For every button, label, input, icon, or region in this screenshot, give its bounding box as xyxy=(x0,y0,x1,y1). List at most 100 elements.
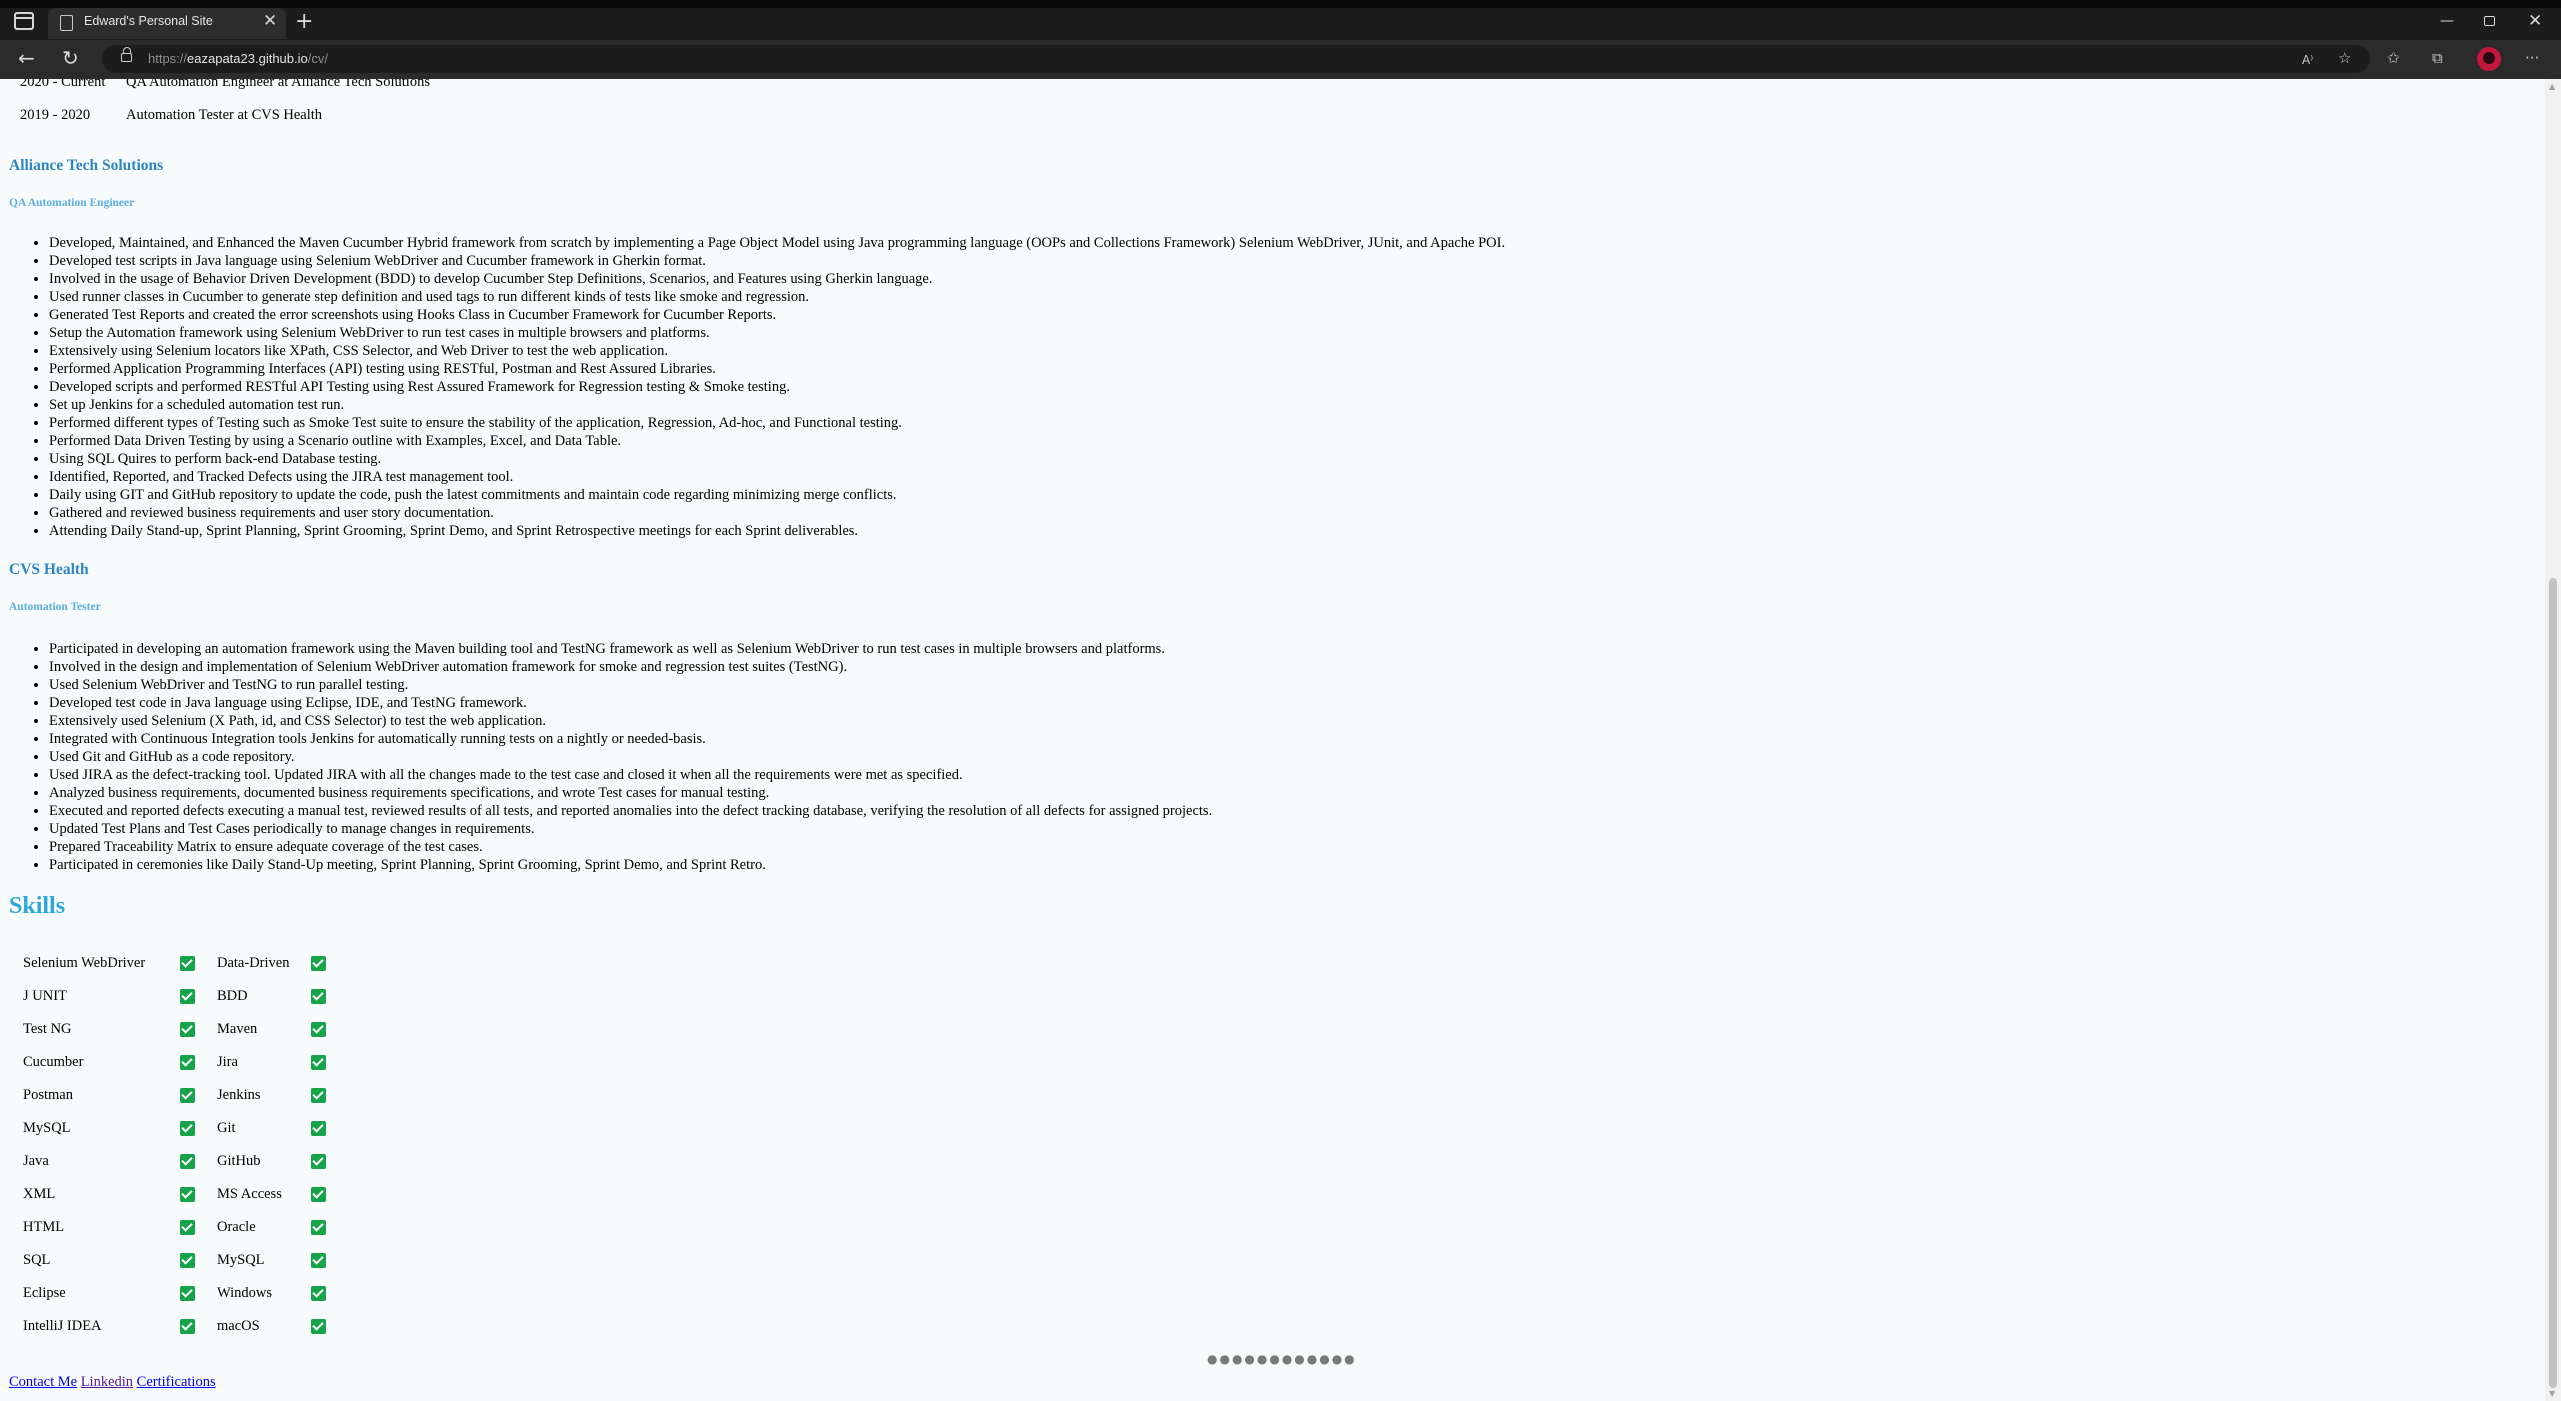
skill-name: MySQL xyxy=(23,1120,71,1136)
skill-check-cell xyxy=(302,1013,335,1046)
favorites-icon[interactable]: ✩ xyxy=(2387,48,2400,68)
carousel-dots[interactable]: ●●●●●●●●●●●● xyxy=(1207,1352,1357,1366)
skill-name: SQL xyxy=(23,1252,51,1268)
skill-name: HTML xyxy=(23,1219,65,1235)
linkedin-link[interactable]: Linkedin xyxy=(81,1374,133,1390)
checkmark-icon xyxy=(180,1319,195,1335)
duty-item: Extensively used Selenium (X Path, id, a… xyxy=(49,712,1212,730)
checkmark-icon xyxy=(180,1022,195,1038)
duty-item: Gathered and reviewed business requireme… xyxy=(49,504,1505,522)
skill-name: J UNIT xyxy=(23,988,67,1004)
skill-name: Jira xyxy=(217,1054,238,1070)
duty-item: Used Selenium WebDriver and TestNG to ru… xyxy=(49,676,1212,694)
duty-item: Extensively using Selenium locators like… xyxy=(49,342,1505,360)
skill-name: Data-Driven xyxy=(217,955,290,971)
duty-item: Identified, Reported, and Tracked Defect… xyxy=(49,468,1505,486)
duty-item: Setup the Automation framework using Sel… xyxy=(49,324,1505,342)
skill-check-cell xyxy=(302,947,335,980)
window-close-button[interactable]: ✕ xyxy=(2528,11,2542,31)
back-arrow-icon[interactable]: ← xyxy=(18,45,35,71)
skill-check-cell xyxy=(171,1310,204,1343)
skill-check-cell xyxy=(171,1277,204,1310)
page-viewport: 2020 - Current QA Automation Engineer at … xyxy=(0,79,2545,1401)
duty-item: Performed Data Driven Testing by using a… xyxy=(49,432,1505,450)
duty-item: Used Git and GitHub as a code repository… xyxy=(49,748,1212,766)
skill-name: macOS xyxy=(217,1318,260,1334)
duty-item: Performed Application Programming Interf… xyxy=(49,360,1505,378)
checkmark-icon xyxy=(180,989,195,1005)
menu-dots-icon[interactable]: ··· xyxy=(2525,48,2539,68)
checkmark-icon xyxy=(311,1154,326,1170)
skill-name: Jenkins xyxy=(217,1087,261,1103)
company-heading: CVS Health xyxy=(9,561,89,578)
favorite-star-icon[interactable]: ☆ xyxy=(2338,48,2351,68)
duty-item: Involved in the usage of Behavior Driven… xyxy=(49,270,1505,288)
checkmark-icon xyxy=(311,1220,326,1236)
duty-item: Developed test scripts in Java language … xyxy=(49,252,1505,270)
skill-check-cell xyxy=(171,1046,204,1079)
tab-bar xyxy=(0,8,2561,40)
history-years: 2020 - Current xyxy=(20,79,106,90)
skill-check-cell xyxy=(302,1046,335,1079)
url-text[interactable]: https://eazapata23.github.io/cv/ xyxy=(148,51,328,66)
duty-item: Generated Test Reports and created the e… xyxy=(49,306,1505,324)
skill-check-cell xyxy=(171,1178,204,1211)
scroll-down-icon[interactable]: ▼ xyxy=(2549,1389,2555,1398)
history-title: Automation Tester at CVS Health xyxy=(126,107,323,123)
company-heading: Alliance Tech Solutions xyxy=(9,157,164,174)
skills-row: HTML Oracle xyxy=(10,1211,335,1244)
skill-check-cell xyxy=(171,1112,204,1145)
skill-name: BDD xyxy=(217,988,248,1004)
certifications-link[interactable]: Certifications xyxy=(137,1374,216,1390)
checkmark-icon xyxy=(180,1154,195,1170)
skill-name: Eclipse xyxy=(23,1285,66,1301)
read-aloud-icon[interactable]: A⁾ xyxy=(2302,50,2313,70)
checkmark-icon xyxy=(311,1055,326,1071)
duty-item: Participated in developing an automation… xyxy=(49,640,1212,658)
reload-icon[interactable]: ↻ xyxy=(62,45,79,71)
new-tab-button[interactable]: + xyxy=(295,9,313,35)
duty-item: Used JIRA as the defect-tracking tool. U… xyxy=(49,766,1212,784)
duty-item: Developed scripts and performed RESTful … xyxy=(49,378,1505,396)
scroll-up-icon[interactable]: ▲ xyxy=(2549,82,2555,91)
checkmark-icon xyxy=(180,1088,195,1104)
duty-item: Updated Test Plans and Test Cases period… xyxy=(49,820,1212,838)
duty-item: Performed different types of Testing suc… xyxy=(49,414,1505,432)
skill-name: Git xyxy=(217,1120,236,1136)
role-heading: QA Automation Engineer xyxy=(9,197,135,209)
history-row: 2019 - 2020 Automation Tester at CVS Heal… xyxy=(20,107,322,124)
checkmark-icon xyxy=(311,989,326,1005)
duty-item: Using SQL Quires to perform back-end Dat… xyxy=(49,450,1505,468)
duty-item: Involved in the design and implementatio… xyxy=(49,658,1212,676)
skills-row: Java GitHub xyxy=(10,1145,335,1178)
scrollbar-thumb[interactable] xyxy=(2549,578,2557,1388)
footer-links: Contact Me Linkedin Certifications xyxy=(9,1374,216,1391)
skills-table: Selenium WebDriver Data-Driven J UNIT BDD Te… xyxy=(10,947,335,1343)
skill-check-cell xyxy=(302,1178,335,1211)
duty-item: Attending Daily Stand-up, Sprint Plannin… xyxy=(49,522,1505,540)
lock-icon[interactable] xyxy=(121,47,132,62)
skill-check-cell xyxy=(171,1013,204,1046)
tab-actions-icon[interactable] xyxy=(14,12,34,30)
skill-check-cell xyxy=(302,1277,335,1310)
checkmark-icon xyxy=(311,1121,326,1137)
skill-name: IntelliJ IDEA xyxy=(23,1318,102,1334)
minimize-button[interactable]: — xyxy=(2440,13,2454,29)
duty-item: Set up Jenkins for a scheduled automatio… xyxy=(49,396,1505,414)
skills-row: Cucumber Jira xyxy=(10,1046,335,1079)
history-years: 2019 - 2020 xyxy=(20,107,91,123)
restore-button[interactable] xyxy=(2484,16,2495,26)
skills-row: J UNIT BDD xyxy=(10,980,335,1013)
duty-item: Developed test code in Java language usi… xyxy=(49,694,1212,712)
address-bar[interactable] xyxy=(102,45,2370,73)
skill-check-cell xyxy=(302,1310,335,1343)
checkmark-icon xyxy=(311,1187,326,1203)
skill-check-cell xyxy=(302,1079,335,1112)
checkmark-icon xyxy=(180,1286,195,1302)
skill-name: Selenium WebDriver xyxy=(23,955,146,971)
skill-check-cell xyxy=(171,980,204,1013)
profile-avatar[interactable] xyxy=(2477,47,2501,71)
tab-close-icon[interactable]: ✕ xyxy=(263,11,277,31)
collections-icon[interactable]: ⧉ xyxy=(2432,48,2443,68)
contact-me-link[interactable]: Contact Me xyxy=(9,1374,77,1390)
